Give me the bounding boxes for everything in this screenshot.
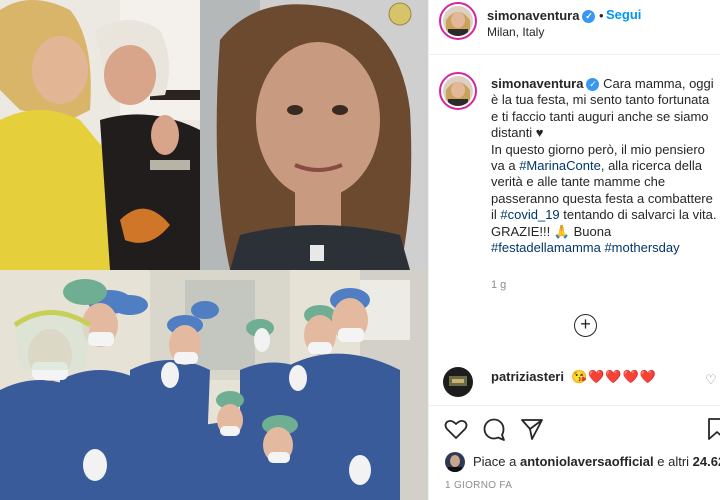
post-image-collage[interactable] xyxy=(0,0,428,500)
post-location[interactable]: Milan, Italy xyxy=(487,25,544,39)
action-bar xyxy=(429,405,720,451)
separator-dot: • xyxy=(599,8,604,23)
plus-circle-icon[interactable]: + xyxy=(574,314,597,337)
comment-like-heart-icon[interactable]: ♡ xyxy=(705,372,717,388)
post-header: simonaventura ✓ • Segui Milan, Italy xyxy=(429,0,720,55)
comment-icon[interactable] xyxy=(481,416,507,442)
caption-verified-badge-icon: ✓ xyxy=(586,78,600,91)
avatar[interactable] xyxy=(443,6,473,36)
likes-middle: e altri xyxy=(653,454,693,469)
emoji-heart: ❤️ xyxy=(588,369,605,384)
post-detail-panel: simonaventura ✓ • Segui Milan, Italy simo… xyxy=(428,0,720,500)
heart-icon[interactable] xyxy=(443,416,469,442)
photo-selfie-woman xyxy=(200,0,428,270)
hashtag-festadellamamma[interactable]: #festadellamamma xyxy=(491,240,601,255)
emoji-kiss: 😘 xyxy=(570,369,588,384)
emoji-heart: ❤️ xyxy=(639,369,656,384)
paper-plane-icon[interactable] xyxy=(519,416,545,442)
photo-medical-team xyxy=(0,270,428,500)
emoji-heart: ❤️ xyxy=(605,369,622,384)
likes-prefix: Piace a xyxy=(473,454,520,469)
commenter-avatar[interactable] xyxy=(443,367,473,397)
hashtag-covid19[interactable]: #covid_19 xyxy=(500,207,559,222)
caption-username[interactable]: simonaventura xyxy=(491,76,583,91)
hashtag-mothersday[interactable]: #mothersday xyxy=(604,240,679,255)
likes-count[interactable]: 24.629 xyxy=(693,454,720,469)
verified-badge-icon: ✓ xyxy=(582,10,596,23)
follow-button[interactable]: Segui xyxy=(606,7,641,22)
likes-summary[interactable]: Piace a antoniolaversaofficial e altri 2… xyxy=(473,454,720,469)
post-timestamp[interactable]: 1 GIORNO FA xyxy=(445,480,512,491)
photo-mother-daughter xyxy=(0,0,200,270)
emoji-heart: ❤️ xyxy=(622,369,639,384)
bookmark-icon[interactable] xyxy=(705,416,720,442)
post-caption: simonaventura ✓ Cara mamma, oggi è la tua… xyxy=(491,76,717,256)
post-author-username[interactable]: simonaventura ✓ xyxy=(487,8,596,23)
commenter-username[interactable]: patriziasteri xyxy=(491,369,564,384)
liker-avatar[interactable] xyxy=(445,452,465,472)
hashtag-marinaconte[interactable]: #MarinaConte xyxy=(519,158,601,173)
comment-row: patriziasteri 😘❤️❤️❤️❤️ xyxy=(491,369,656,385)
liker-username[interactable]: antoniolaversaofficial xyxy=(520,454,654,469)
caption-age: 1 g xyxy=(491,279,507,291)
caption-avatar[interactable] xyxy=(443,76,473,106)
